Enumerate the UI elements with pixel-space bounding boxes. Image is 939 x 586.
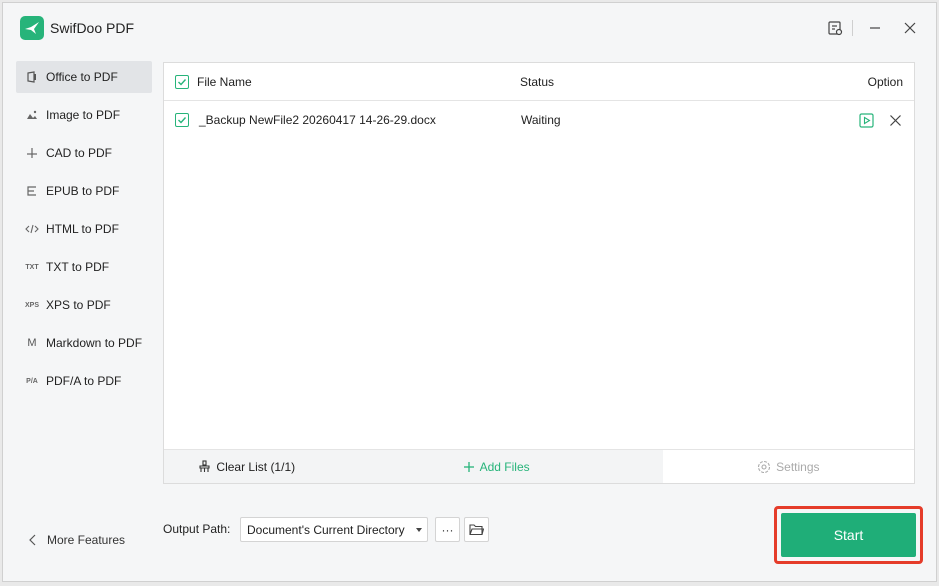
more-features-label: More Features [47,533,126,547]
sidebar-item-label: PDF/A to PDF [46,374,122,388]
plus-icon [463,461,475,473]
sidebar-item-pdfa-to-pdf[interactable]: P/A PDF/A to PDF [16,365,152,397]
markdown-icon: M [27,337,37,349]
feedback-icon[interactable] [824,17,846,39]
settings-button[interactable]: Settings [662,450,914,483]
table-row: _Backup NewFile2 20260417 14-26-29.docx … [164,102,914,138]
app-window: SwifDoo PDF Office to PDF Image to PDF C… [2,2,937,582]
html-icon [25,222,39,236]
epub-icon [25,184,39,198]
sidebar-item-txt-to-pdf[interactable]: TXT TXT to PDF [16,251,152,283]
header-option: Option [867,75,903,89]
start-highlight: Start [774,506,923,564]
minimize-icon[interactable] [864,17,886,39]
titlebar-divider [852,20,853,36]
sidebar-item-epub-to-pdf[interactable]: EPUB to PDF [16,175,152,207]
sidebar-item-label: CAD to PDF [46,146,113,160]
open-folder-button[interactable] [464,517,489,542]
caret-down-icon [416,528,422,532]
sidebar-item-cad-to-pdf[interactable]: CAD to PDF [16,137,152,169]
sidebar-item-label: Markdown to PDF [46,336,143,350]
gear-icon [757,460,771,474]
app-logo-icon [20,16,44,40]
close-icon[interactable] [899,17,921,39]
sidebar-item-label: Image to PDF [46,108,121,122]
image-icon [25,108,39,122]
ellipsis-icon: ··· [441,522,454,537]
cad-icon [25,146,39,160]
file-list-footer: Clear List (1/1) Add Files Settings [164,449,914,483]
add-files-label: Add Files [479,459,530,474]
table-header: File Name Status Option [164,63,914,101]
settings-label: Settings [776,459,820,474]
chevron-left-icon [29,534,36,546]
more-options-button[interactable]: ··· [435,517,460,542]
sidebar-item-html-to-pdf[interactable]: HTML to PDF [16,213,152,245]
header-status: Status [520,75,555,89]
sidebar-item-label: Office to PDF [46,70,118,84]
start-button[interactable]: Start [781,513,916,557]
sidebar-item-label: EPUB to PDF [46,184,120,198]
folder-icon [469,524,484,536]
app-title: SwifDoo PDF [50,20,135,36]
remove-file-icon[interactable] [886,111,904,129]
more-features-button[interactable]: More Features [29,533,125,547]
file-list-panel: File Name Status Option _Backup NewFile2… [163,62,915,484]
output-path-value: Document's Current Directory [247,522,405,537]
add-files-button[interactable]: Add Files [329,450,663,483]
header-file-name: File Name [197,75,252,89]
sidebar-item-markdown-to-pdf[interactable]: M Markdown to PDF [16,327,152,359]
clear-list-label: Clear List (1/1) [216,459,296,474]
office-icon [25,70,39,84]
sidebar-item-label: XPS to PDF [46,298,111,312]
output-path-select[interactable]: Document's Current Directory [240,517,428,542]
sidebar-item-image-to-pdf[interactable]: Image to PDF [16,99,152,131]
output-path-label: Output Path: [163,522,231,536]
broom-icon [198,460,211,473]
pdfa-icon: P/A [26,377,38,385]
sidebar-item-xps-to-pdf[interactable]: XPS XPS to PDF [16,289,152,321]
row-file-name: _Backup NewFile2 20260417 14-26-29.docx [199,113,436,127]
sidebar-item-label: HTML to PDF [46,222,119,236]
sidebar-item-office-to-pdf[interactable]: Office to PDF [16,61,152,93]
xps-icon: XPS [25,301,40,309]
select-all-checkbox[interactable] [175,75,189,89]
row-status: Waiting [521,113,561,127]
clear-list-button[interactable]: Clear List (1/1) [164,450,330,483]
txt-icon: TXT [25,263,39,271]
title-bar: SwifDoo PDF [3,3,936,53]
sidebar: Office to PDF Image to PDF CAD to PDF EP… [16,61,152,403]
sidebar-item-label: TXT to PDF [46,260,110,274]
row-checkbox[interactable] [175,113,189,127]
preview-play-icon[interactable] [857,111,875,129]
